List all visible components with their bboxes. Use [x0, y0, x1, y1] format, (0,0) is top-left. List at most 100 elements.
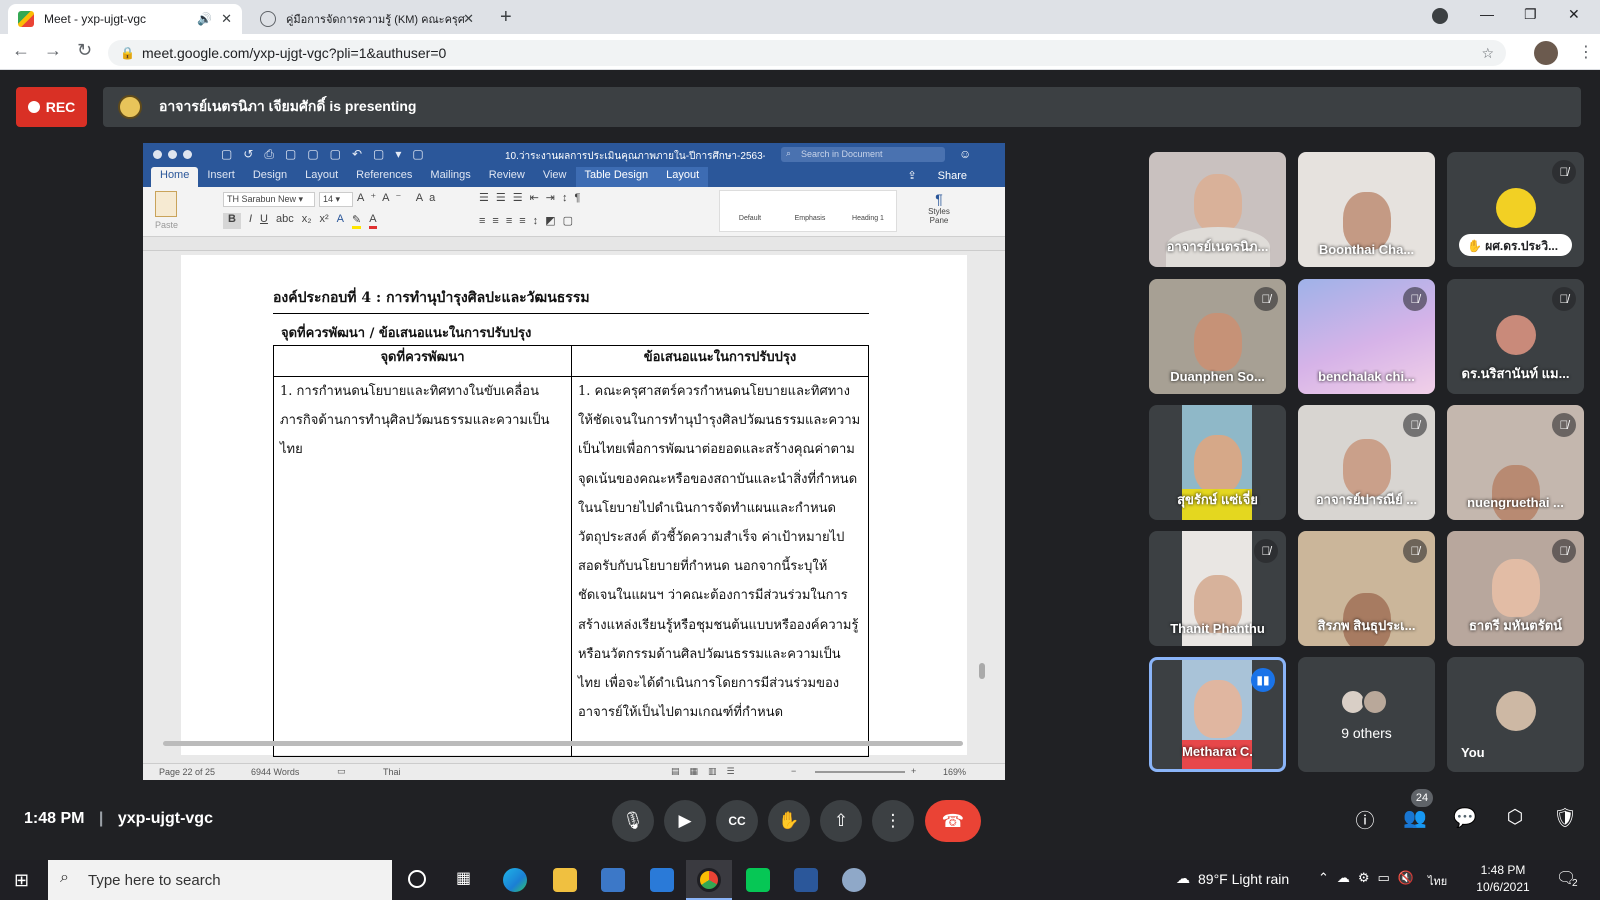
zoom-dot-icon[interactable] — [183, 150, 192, 159]
share-button[interactable]: ⇪ Share — [889, 167, 985, 187]
bookmark-star-icon[interactable]: ☆ — [1481, 40, 1494, 66]
minimize-icon[interactable]: — — [1480, 6, 1494, 22]
participant-tile[interactable]: 🎙̸ benchalak chi... — [1298, 279, 1435, 394]
tab-mailings[interactable]: Mailings — [421, 167, 479, 187]
people-icon[interactable]: 👥 — [1400, 806, 1430, 830]
microphone-button[interactable]: 🎙 — [612, 800, 654, 842]
vertical-scrollbar[interactable] — [979, 663, 985, 679]
style-heading1[interactable]: Heading 1 — [842, 195, 894, 229]
forward-icon[interactable]: → — [44, 40, 62, 61]
tab-search-icon[interactable] — [1432, 8, 1448, 24]
participant-tile[interactable]: อาจารย์เนตรนิภ... — [1149, 152, 1286, 267]
font-color-icon[interactable]: A — [369, 213, 377, 229]
font-size-select[interactable]: 14 ▾ — [319, 192, 353, 207]
styles-pane-button[interactable]: ¶ Styles Pane — [921, 191, 957, 225]
address-bar[interactable]: 🔒 meet.google.com/yxp-ujgt-vgc?pli=1&aut… — [108, 40, 1506, 66]
profile-avatar[interactable] — [1534, 41, 1558, 65]
line-app-icon[interactable] — [746, 868, 770, 892]
participant-tile[interactable]: 🎙̸ Duanphen So... — [1149, 279, 1286, 394]
font-name-select[interactable]: TH Sarabun New ▾ — [223, 192, 315, 207]
raise-hand-button[interactable]: ✋ — [768, 800, 810, 842]
underline-button[interactable]: U — [260, 213, 268, 229]
paragraph-controls[interactable]: ☰☰☰⇤⇥↕¶ — [479, 191, 587, 204]
reload-icon[interactable]: ↻ — [77, 40, 92, 61]
mail-icon[interactable] — [650, 868, 674, 892]
meeting-details-icon[interactable]: ⓘ — [1350, 806, 1380, 833]
text-effects-icon[interactable]: A — [337, 213, 344, 229]
style-emphasis[interactable]: Emphasis — [782, 195, 838, 229]
tab-review[interactable]: Review — [480, 167, 534, 187]
participant-tile[interactable]: สุขรักษ์ แซ่เจี่ย — [1149, 405, 1286, 520]
highlight-icon[interactable]: ✎ — [352, 213, 362, 229]
participant-tile-self[interactable]: You — [1447, 657, 1584, 772]
present-button[interactable]: ⇧ — [820, 800, 862, 842]
captions-button[interactable]: CC — [716, 800, 758, 842]
tab-meet[interactable]: Meet - yxp-ujgt-vgc 🔊 ✕ — [8, 4, 242, 34]
participant-tile[interactable]: 🎙̸ สิรภพ สินธุประเ... — [1298, 531, 1435, 646]
style-default[interactable]: Default — [724, 195, 776, 229]
back-icon[interactable]: ← — [12, 40, 30, 61]
tab-insert[interactable]: Insert — [198, 167, 244, 187]
tab-references[interactable]: References — [347, 167, 421, 187]
close-tab-icon[interactable]: ✕ — [221, 11, 232, 27]
camera-button[interactable]: ▶ — [664, 800, 706, 842]
paste-icon[interactable] — [155, 191, 177, 217]
participant-tile[interactable]: 🎙̸ nuengruethai ... — [1447, 405, 1584, 520]
file-explorer-icon[interactable] — [553, 868, 577, 892]
search-in-document[interactable]: ⌕ Search in Document — [781, 147, 945, 162]
new-tab-icon[interactable]: + — [500, 6, 512, 29]
tab-layout[interactable]: Layout — [296, 167, 347, 187]
leave-call-button[interactable]: ☎ — [925, 800, 981, 842]
participant-tile-others[interactable]: 9 others — [1298, 657, 1435, 772]
view-mode-icons[interactable]: ▤▦▥☰ — [671, 766, 745, 777]
browser-menu-icon[interactable]: ⋮ — [1578, 42, 1594, 62]
chrome-taskbar-item[interactable] — [686, 860, 732, 900]
app-icon[interactable] — [842, 868, 866, 892]
close-dot-icon[interactable] — [153, 150, 162, 159]
alignment-controls[interactable]: ≡≡≡≡↕◩▢ — [479, 214, 580, 227]
zoom-in-icon[interactable]: + — [911, 766, 916, 776]
tab-km-document[interactable]: คู่มือการจัดการความรู้ (KM) คณะครุศา ✕ — [250, 4, 484, 34]
participant-tile[interactable]: 🎙̸ ดร.นริสานันท์ แม... — [1447, 279, 1584, 394]
strikethrough-button[interactable]: abc — [276, 213, 294, 229]
audio-playing-icon[interactable]: 🔊 — [197, 12, 212, 26]
quick-access-icons[interactable]: ▢↺⎙▢▢▢↶▢▾▢ — [221, 147, 435, 162]
close-tab-icon[interactable]: ✕ — [463, 11, 474, 27]
restore-icon[interactable]: ❐ — [1524, 6, 1537, 23]
cortana-icon[interactable] — [408, 870, 426, 888]
participant-tile[interactable]: 🎙̸ อาจารย์ปารณีย์ ... — [1298, 405, 1435, 520]
recording-badge[interactable]: REC — [16, 87, 87, 127]
more-options-button[interactable]: ⋮ — [872, 800, 914, 842]
windows-start-icon[interactable]: ⊞ — [14, 870, 29, 891]
participant-tile[interactable]: 🎙̸ ✋ ผศ.ดร.ประวิ... — [1447, 152, 1584, 267]
taskbar-clock[interactable]: 1:48 PM 10/6/2021 — [1470, 862, 1536, 896]
italic-button[interactable]: I — [249, 213, 252, 229]
minimize-dot-icon[interactable] — [168, 150, 177, 159]
tab-table-design[interactable]: Table Design — [575, 167, 658, 187]
superscript-button[interactable]: x² — [320, 213, 329, 229]
input-language[interactable]: ไทย — [1428, 872, 1447, 890]
weather-widget[interactable]: ☁ 89°F Light rain — [1176, 870, 1289, 887]
word-app-icon[interactable] — [794, 868, 818, 892]
activities-icon[interactable]: ⬡ — [1500, 806, 1530, 829]
zoom-out-icon[interactable]: − — [791, 766, 796, 776]
subscript-button[interactable]: x₂ — [302, 213, 312, 229]
host-controls-icon[interactable]: 🛡 — [1550, 806, 1580, 830]
edge-icon[interactable] — [503, 868, 527, 892]
horizontal-scrollbar[interactable] — [163, 741, 963, 746]
smiley-feedback-icon[interactable]: ☺ — [959, 147, 971, 161]
bold-button[interactable]: B — [223, 213, 241, 229]
tab-design[interactable]: Design — [244, 167, 296, 187]
tab-home[interactable]: Home — [151, 167, 199, 187]
close-window-icon[interactable]: ✕ — [1568, 6, 1580, 23]
system-tray-icons[interactable]: ⌃☁⚙▭🔇 — [1318, 870, 1422, 886]
zoom-slider[interactable] — [815, 771, 905, 773]
participant-tile-speaking[interactable]: ▮▮ Metharat C. — [1149, 657, 1286, 772]
taskbar-search[interactable]: ⌕ Type here to search — [48, 860, 392, 900]
participant-tile[interactable]: Boonthai Cha... — [1298, 152, 1435, 267]
participant-tile[interactable]: 🎙̸ ธาตรี มหันตรัตน์ — [1447, 531, 1584, 646]
font-size-buttons[interactable]: A⁺A⁻ Aa — [357, 191, 441, 204]
tab-view[interactable]: View — [534, 167, 576, 187]
participant-tile[interactable]: 🎙̸ Thanit Phanthu — [1149, 531, 1286, 646]
proofing-icon[interactable]: ▭ — [337, 766, 346, 777]
